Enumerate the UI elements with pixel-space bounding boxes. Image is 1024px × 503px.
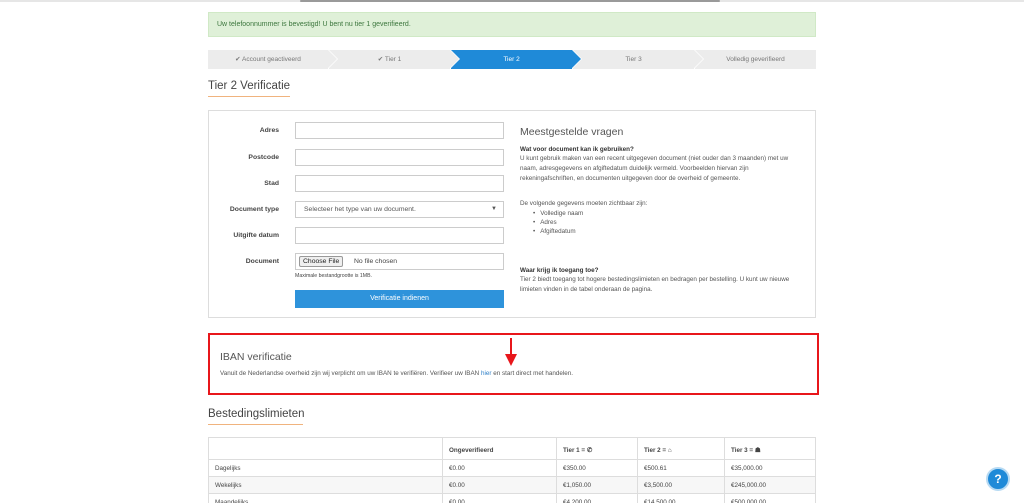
iban-title: IBAN verificatie	[220, 351, 292, 363]
faq-question-1: Wat voor document kan ik gebruiken?	[520, 146, 634, 153]
step-fully-verified: Volledig geverifieerd	[695, 50, 816, 69]
list-item: Volledige naam	[533, 209, 583, 218]
verification-progress: ✔︎ Account geactiveerd ✔︎ Tier 1 Tier 2 …	[208, 50, 816, 69]
postcode-label: Postcode	[248, 154, 279, 161]
step-tier-1: ✔︎ Tier 1	[329, 50, 459, 69]
faq-answer-1: U kunt gebruik maken van een recent uitg…	[520, 155, 789, 182]
submit-verification-button[interactable]: Verificatie indienen	[295, 290, 504, 308]
table-row: Maandelijks €0.00 €4,200.00 €14,500.00 €…	[208, 493, 816, 503]
document-type-label: Document type	[229, 206, 279, 213]
choose-file-button[interactable]: Choose File	[299, 256, 344, 267]
table-row: Wekelijks €0.00 €1,050.00 €3,500.00 €245…	[208, 476, 816, 494]
faq-required-list: Volledige naam Adres Afgiftedatum	[533, 209, 583, 236]
title-underline	[208, 96, 290, 97]
stad-input[interactable]	[295, 175, 504, 192]
limits-title-underline	[208, 424, 303, 425]
adres-label: Adres	[259, 127, 279, 134]
list-item: Adres	[533, 218, 583, 227]
limits-title: Bestedingslimieten	[208, 408, 305, 420]
faq-title: Meestgestelde vragen	[520, 126, 624, 138]
uitgifte-datum-input[interactable]	[295, 227, 504, 244]
document-type-select[interactable]: Selecteer het type van uw document. ▼	[295, 201, 504, 218]
uitgifte-datum-label: Uitgifte datum	[233, 232, 279, 239]
iban-description: Vanuit de Nederlandse overheid zijn wij …	[220, 370, 574, 377]
list-item: Afgiftedatum	[533, 227, 583, 236]
top-scroll-indicator	[0, 0, 1024, 2]
adres-input[interactable]	[295, 122, 504, 139]
faq-answer-2: Tier 2 biedt toegang tot hogere bestedin…	[520, 276, 790, 293]
faq-answer-1b: De volgende gegevens moeten zichtbaar zi…	[520, 200, 648, 207]
table-header: Tier 2 = ⌂	[637, 437, 725, 460]
step-tier-2: Tier 2	[451, 50, 581, 69]
file-status: No file chosen	[354, 258, 398, 265]
check-circle-icon: ✔︎	[377, 56, 384, 63]
document-file-input[interactable]: Choose File No file chosen	[295, 253, 504, 270]
document-label: Document	[245, 258, 279, 265]
limits-table: Ongeverifieerd Tier 1 = ✆ Tier 2 = ⌂ Tie…	[208, 437, 816, 503]
iban-verify-link[interactable]: hier	[481, 370, 492, 377]
check-circle-icon: ✔︎	[235, 56, 241, 63]
max-size-hint: Maximale bestandgrootte is 1MB.	[295, 273, 372, 279]
table-header	[208, 437, 443, 460]
tier2-form-panel: Adres Postcode Stad Document type Select…	[208, 110, 816, 318]
help-button[interactable]: ?	[986, 467, 1010, 491]
table-row: Dagelijks €0.00 €350.00 €500.61 €35,000.…	[208, 459, 816, 477]
postcode-input[interactable]	[295, 149, 504, 166]
caret-down-icon: ▼	[491, 206, 497, 212]
table-header: Tier 1 = ✆	[556, 437, 638, 460]
red-arrow-down-icon	[505, 338, 517, 366]
tier2-title: Tier 2 Verificatie	[208, 80, 291, 92]
step-account-activated: ✔︎ Account geactiveerd	[208, 50, 337, 69]
table-header: Ongeverifieerd	[442, 437, 557, 460]
success-alert: Uw telefoonnummer is bevestigd! U bent n…	[208, 12, 816, 37]
table-header: Tier 3 = ☗	[724, 437, 816, 460]
step-tier-3: Tier 3	[573, 50, 703, 69]
stad-label: Stad	[264, 180, 279, 187]
faq-question-2: Waar krijg ik toegang toe?	[520, 267, 599, 274]
